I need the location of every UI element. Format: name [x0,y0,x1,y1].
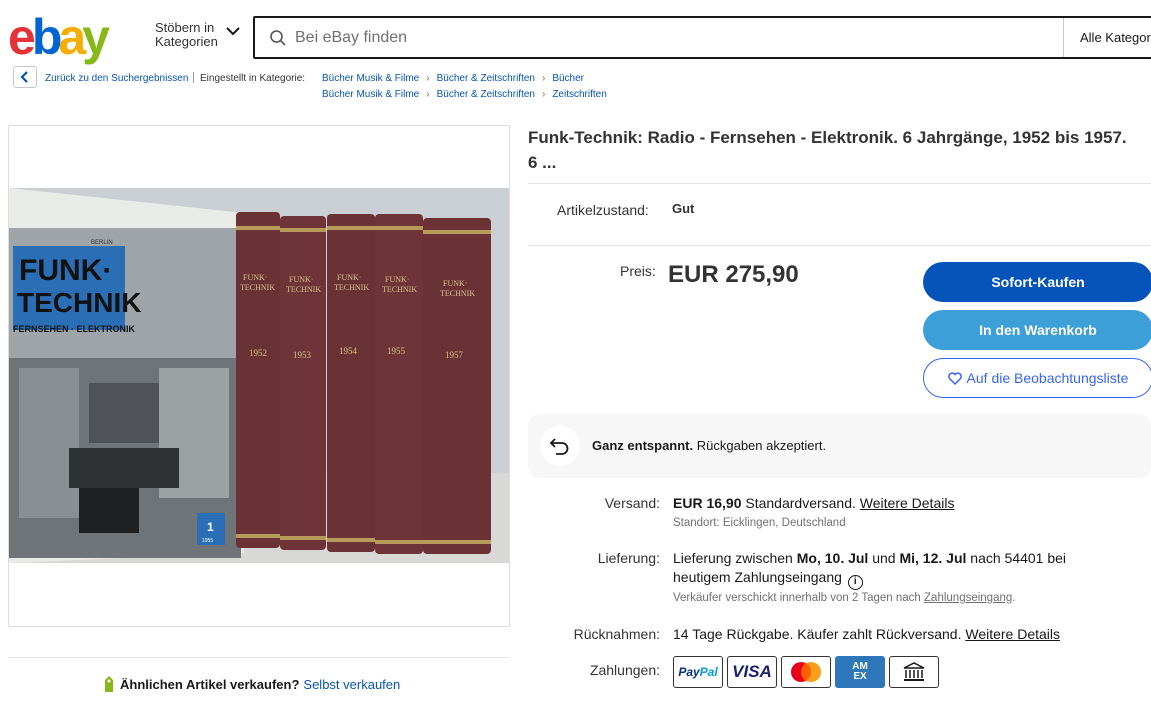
return-arrow-icon [540,426,580,466]
returns-banner: Ganz entspannt. Rückgaben akzeptiert. [528,414,1151,478]
svg-text:1955: 1955 [387,346,406,356]
breadcrumb-link[interactable]: Bücher & Zeitschriften [437,89,535,100]
price-value: EUR 275,90 [668,261,799,288]
back-to-results-link[interactable]: Zurück zu den Suchergebnissen [45,73,188,84]
divider [8,657,510,658]
item-title: Funk-Technik: Radio - Fernsehen - Elektr… [528,128,1127,172]
watchlist-label: Auf die Beobachtungsliste [966,370,1129,386]
amex-icon: AM EX [835,656,885,688]
add-to-watchlist-button[interactable]: Auf die Beobachtungsliste [923,358,1151,398]
svg-text:1957: 1957 [445,350,464,360]
delivery-value: Lieferung zwischen Mo, 10. Jul und Mi, 1… [673,549,1066,590]
breadcrumb-link[interactable]: Zeitschriften [552,89,606,100]
payment-received-link[interactable]: Zahlungseingang [924,592,1012,604]
item-image-frame[interactable]: FUNK· TECHNIK FERNSEHEN · ELEKTRONIK BER… [8,125,510,627]
returns-label: Rücknahmen: [573,626,660,642]
svg-text:FUNK·: FUNK· [19,254,112,287]
svg-text:FUNK·: FUNK· [289,275,313,284]
chevron-right-icon: › [541,89,546,100]
listed-in-label: Eingestellt in Kategorie: [200,73,306,84]
svg-text:1954: 1954 [339,346,358,356]
svg-text:FUNK·: FUNK· [243,273,267,282]
returns-value: 14 Tage Rückgabe. Käufer zahlt Rückversa… [673,626,1061,642]
paypal-icon: Pay Pal [673,656,723,688]
divider [528,183,1151,184]
search-bar: Alle Kategorien [253,16,1151,59]
price-label: Preis: [620,263,656,279]
svg-text:1: 1 [207,520,214,534]
breadcrumb-path-1: Bücher Musik & Filme › Bücher & Zeitschrif… [322,73,584,84]
mastercard-icon [781,656,831,688]
condition-value: Gut [672,201,695,216]
item-location: Standort: Eicklingen, Deutschland [673,517,846,529]
svg-text:1955: 1955 [202,538,213,544]
sell-similar-label: Ähnlichen Artikel verkaufen? [120,676,300,692]
divider [528,245,1151,246]
shop-by-category-button[interactable]: Stöbern in Kategorien [155,21,218,49]
shipping-value: EUR 16,90 Standardversand. Weitere Detai… [673,495,955,511]
back-button[interactable] [13,66,37,88]
dispatch-note: Verkäufer verschickt innerhalb von 2 Tag… [673,592,1016,604]
item-photo: FUNK· TECHNIK FERNSEHEN · ELEKTRONIK BER… [9,188,509,563]
svg-text:TECHNIK: TECHNIK [334,283,369,292]
svg-text:FUNK·: FUNK· [443,279,467,288]
breadcrumb-link[interactable]: Bücher Musik & Filme [322,89,419,100]
shipping-details-link[interactable]: Weitere Details [860,495,955,511]
heart-icon [947,371,962,385]
svg-text:BERLIN: BERLIN [91,240,113,246]
breadcrumb-link[interactable]: Bücher & Zeitschriften [437,73,535,84]
breadcrumb-path-2: Bücher Musik & Filme › Bücher & Zeitschrif… [322,89,607,100]
svg-text:FERNSEHEN · ELEKTRONIK: FERNSEHEN · ELEKTRONIK [13,324,136,334]
payment-methods: Pay Pal VISA AM EX [673,656,939,688]
bank-icon [889,656,939,688]
delivery-label: Lieferung: [597,550,660,566]
info-icon[interactable]: i [847,575,863,590]
svg-text:1952: 1952 [249,348,267,358]
shipping-label: Versand: [604,495,660,511]
add-to-cart-button[interactable]: In den Warenkorb [923,310,1151,350]
svg-text:TECHNIK: TECHNIK [240,283,275,292]
breadcrumb-link[interactable]: Bücher Musik & Filme [322,73,419,84]
svg-text:TECHNIK: TECHNIK [17,287,141,318]
breadcrumb-divider [193,72,194,83]
chevron-down-icon[interactable] [226,26,240,36]
chevron-left-icon [20,71,28,83]
sell-similar: Ähnlichen Artikel verkaufen? Selbst verk… [102,675,400,693]
sell-yourself-link[interactable]: Selbst verkaufen [303,677,400,692]
chevron-right-icon: › [541,73,546,84]
svg-text:TECHNIK: TECHNIK [440,289,475,298]
search-input[interactable] [295,25,1055,51]
condition-label: Artikelzustand: [557,202,649,218]
svg-text:FUNK·: FUNK· [385,275,409,284]
chevron-right-icon: › [426,89,430,100]
breadcrumb-link[interactable]: Bücher [552,73,584,84]
svg-text:TECHNIK: TECHNIK [382,285,417,294]
tag-icon [105,676,113,692]
shop-by-category-line1: Stöbern in [155,20,215,35]
ebay-logo[interactable]: ebay [8,12,110,62]
shop-by-category-line2: Kategorien [155,34,218,49]
chevron-right-icon: › [426,73,430,84]
svg-text:TECHNIK: TECHNIK [286,285,321,294]
returns-banner-text: Ganz entspannt. Rückgaben akzeptiert. [592,438,827,453]
buy-now-button[interactable]: Sofort-Kaufen [923,262,1151,302]
search-icon [270,30,286,46]
svg-text:FUNK·: FUNK· [337,273,361,282]
returns-details-link[interactable]: Weitere Details [965,626,1060,642]
category-select[interactable]: Alle Kategorien [1063,18,1151,57]
visa-icon: VISA [727,656,777,688]
svg-text:1953: 1953 [293,350,312,360]
payments-label: Zahlungen: [589,662,660,678]
